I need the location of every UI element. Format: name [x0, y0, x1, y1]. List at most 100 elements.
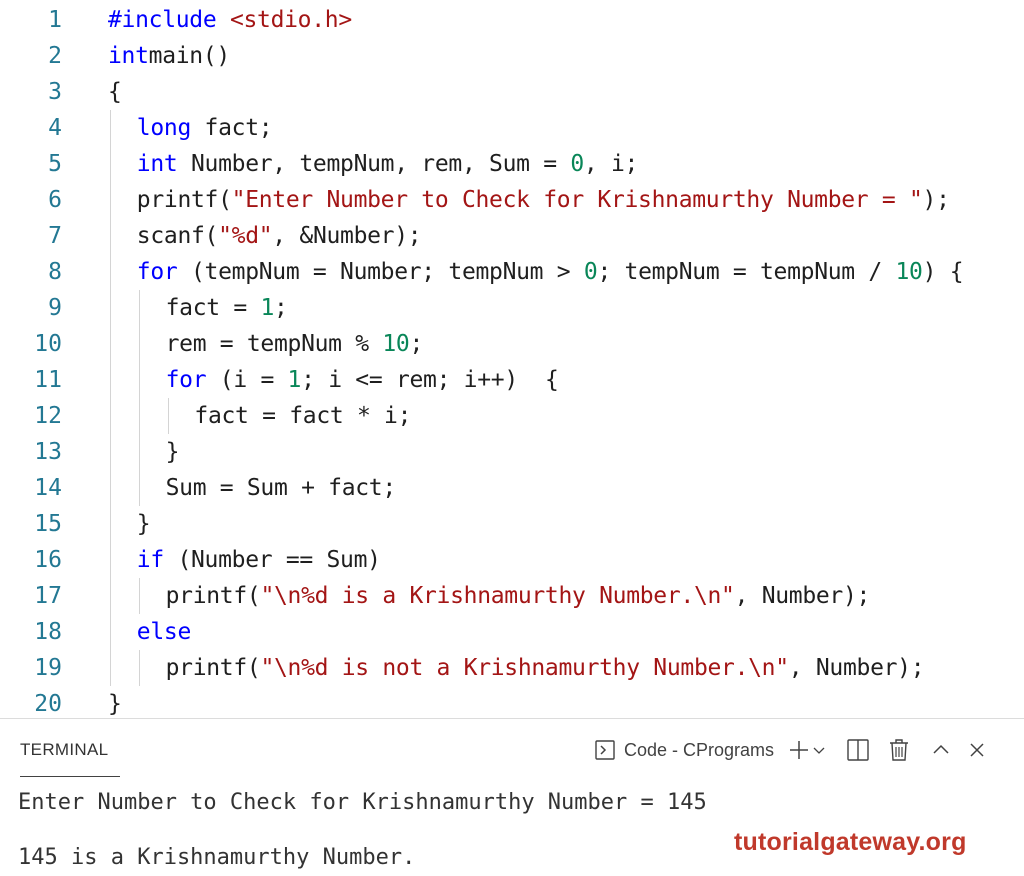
line-number: 9: [48, 295, 62, 321]
line-number: 7: [48, 223, 62, 249]
line-number: 4: [48, 115, 62, 141]
indent-guide: [139, 650, 140, 686]
code-text: #include <stdio.h>: [108, 2, 352, 38]
code-token: printf(: [165, 583, 261, 609]
code-text: for (tempNum = Number; tempNum > 0; temp…: [136, 254, 964, 290]
code-line[interactable]: 5 int Number, tempNum, rem, Sum = 0, i;: [0, 146, 1024, 182]
code-token: );: [922, 187, 950, 213]
line-number: 14: [34, 475, 62, 501]
code-line[interactable]: 16 if (Number == Sum): [0, 542, 1024, 578]
tab-terminal[interactable]: TERMINAL: [20, 740, 108, 760]
close-icon[interactable]: [968, 741, 986, 759]
terminal-shell-label[interactable]: Code - CPrograms: [624, 740, 774, 761]
code-line[interactable]: 9 fact = 1;: [0, 290, 1024, 326]
code-line[interactable]: 14 Sum = Sum + fact;: [0, 470, 1024, 506]
code-token: scanf(: [136, 223, 219, 249]
code-line[interactable]: 8 for (tempNum = Number; tempNum > 0; tem…: [0, 254, 1024, 290]
code-token: 10: [895, 259, 923, 285]
code-token: for: [136, 259, 178, 285]
code-token: "%d": [218, 223, 273, 249]
terminal-panel-header: TERMINAL Code - CPrograms: [0, 720, 1024, 780]
terminal-shell-icon[interactable]: [594, 739, 616, 761]
code-text: if (Number == Sum): [137, 542, 381, 578]
code-editor[interactable]: 1 #include <stdio.h> 2 intmain() 3{ 4 long fac…: [0, 0, 1024, 720]
code-token: (tempNum = Number; tempNum >: [177, 259, 584, 285]
code-token: ; tempNum = tempNum /: [597, 259, 896, 285]
code-token: ) {: [922, 259, 964, 285]
line-number: 20: [34, 691, 62, 717]
code-line[interactable]: 7 scanf("%d", &Number);: [0, 218, 1024, 254]
code-token: }: [108, 691, 122, 717]
code-text: intmain(): [108, 38, 230, 74]
code-line[interactable]: 18 else: [0, 614, 1024, 650]
code-token: Sum = Sum + fact;: [165, 475, 397, 501]
line-number: 15: [34, 511, 62, 537]
terminal-output-line: 145 is a Krishnamurthy Number.: [18, 845, 416, 870]
line-number: 10: [34, 331, 62, 357]
line-number: 11: [34, 367, 62, 393]
terminal-output-line: Enter Number to Check for Krishnamurthy …: [18, 790, 707, 815]
code-text: rem = tempNum % 10;: [165, 326, 424, 362]
split-terminal-icon[interactable]: [846, 738, 870, 762]
code-token: printf(: [165, 655, 261, 681]
code-line[interactable]: 19 printf("\n%d is not a Krishnamurthy Nu…: [0, 650, 1024, 686]
code-text: printf("\n%d is not a Krishnamurthy Numb…: [166, 650, 925, 686]
code-token: 0: [583, 259, 598, 285]
code-text: printf("Enter Number to Check for Krishn…: [137, 182, 950, 218]
code-token: fact = fact * i;: [194, 403, 412, 429]
code-token: {: [108, 79, 122, 105]
code-line[interactable]: 1 #include <stdio.h>: [0, 2, 1024, 38]
code-token: ;: [409, 331, 424, 357]
chevron-down-icon[interactable]: [812, 743, 826, 757]
active-tab-indicator: [20, 776, 120, 777]
code-token: "\n%d is a Krishnamurthy Number.\n": [260, 583, 735, 609]
code-token: , &Number);: [272, 223, 422, 249]
code-line[interactable]: 4 long fact;: [0, 110, 1024, 146]
code-text: else: [136, 614, 192, 650]
code-token: "Enter Number to Check for Krishnamurthy…: [231, 187, 923, 213]
code-token: <stdio.h>: [229, 7, 352, 33]
code-token: for: [165, 367, 207, 393]
code-line[interactable]: 6 printf("Enter Number to Check for Krish…: [0, 182, 1024, 218]
code-token: #include: [108, 7, 230, 33]
code-token: long: [136, 115, 192, 141]
indent-guide: [110, 110, 111, 686]
code-line[interactable]: 20}: [0, 686, 1024, 722]
code-line[interactable]: 15}: [0, 506, 1024, 542]
code-line[interactable]: 2 intmain(): [0, 38, 1024, 74]
line-number: 16: [34, 547, 62, 573]
code-line[interactable]: 12 fact = fact * i;: [0, 398, 1024, 434]
code-text: long fact;: [137, 110, 273, 146]
code-token: }: [165, 439, 180, 465]
code-text: fact = 1;: [166, 290, 288, 326]
code-token: rem = tempNum %: [165, 331, 383, 357]
line-number: 17: [34, 583, 62, 609]
watermark-logo: tutorialgateway.org: [734, 828, 967, 856]
code-line[interactable]: 17 printf("\n%d is a Krishnamurthy Number…: [0, 578, 1024, 614]
code-line[interactable]: 13}: [0, 434, 1024, 470]
code-token: else: [136, 619, 192, 645]
code-text: }: [166, 434, 180, 470]
chevron-up-icon[interactable]: [932, 741, 950, 759]
code-text: for (i = 1; i <= rem; i++) {: [166, 362, 559, 398]
panel-divider: [0, 718, 1024, 719]
code-line[interactable]: 3{: [0, 74, 1024, 110]
code-token: }: [136, 511, 151, 537]
code-token: 10: [382, 331, 410, 357]
code-token: (Number == Sum): [163, 547, 381, 573]
code-line[interactable]: 10 rem = tempNum % 10;: [0, 326, 1024, 362]
code-token: Number, tempNum, rem, Sum =: [177, 151, 571, 177]
line-number: 8: [48, 259, 62, 285]
plus-icon[interactable]: [788, 739, 810, 761]
trash-icon[interactable]: [888, 738, 910, 762]
code-line[interactable]: 11 for (i = 1; i <= rem; i++) {: [0, 362, 1024, 398]
code-text: }: [137, 506, 151, 542]
line-number: 19: [34, 655, 62, 681]
terminal-actions: Code - CPrograms: [594, 736, 986, 764]
code-token: int: [108, 43, 149, 69]
code-token: ;: [274, 295, 288, 321]
line-number: 12: [34, 403, 62, 429]
code-text: fact = fact * i;: [194, 398, 411, 434]
code-token: fact;: [191, 115, 273, 141]
code-token: printf(: [136, 187, 232, 213]
